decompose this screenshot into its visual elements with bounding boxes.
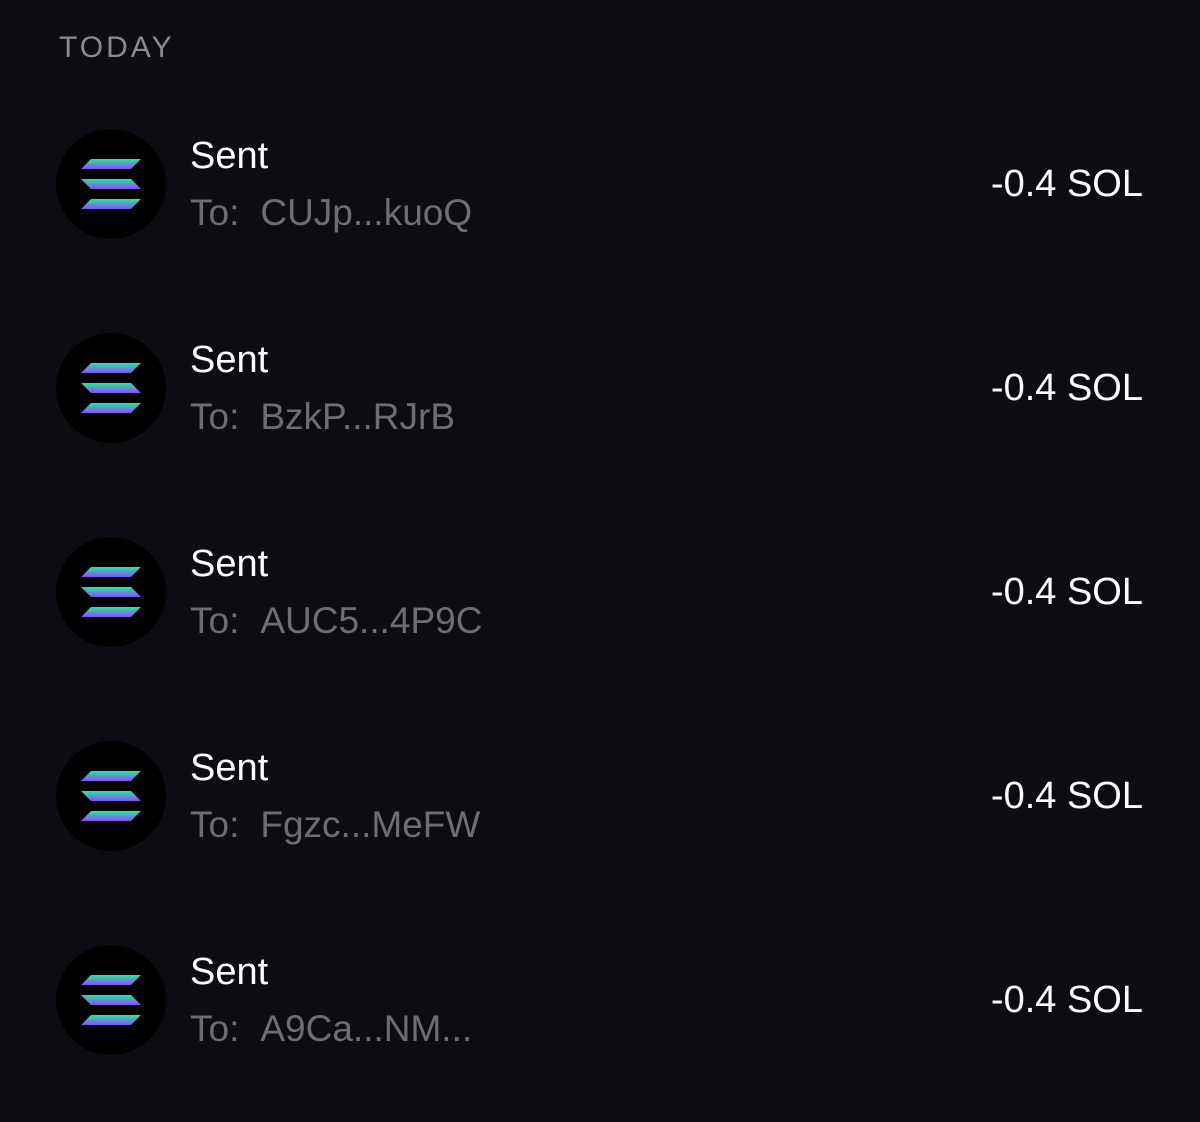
to-label: To: bbox=[190, 396, 240, 437]
transaction-amount: -0.4 SOL bbox=[990, 571, 1143, 613]
recipient-address: CUJp...kuoQ bbox=[260, 192, 473, 233]
to-label: To: bbox=[190, 1008, 240, 1049]
solana-logo-icon bbox=[56, 741, 166, 851]
transaction-recipient: To: CUJp...kuoQ bbox=[190, 191, 472, 235]
transaction-list: Sent To: CUJp...kuoQ -0.4 SOL Sent To: Bzk… bbox=[0, 102, 1200, 1122]
transaction-row[interactable]: Sent To: BzkP...RJrB -0.4 SOL bbox=[0, 306, 1200, 510]
transaction-recipient: To: Fgzc...MeFW bbox=[190, 803, 480, 847]
transaction-row[interactable]: Sent To: Fgzc...MeFW -0.4 SOL bbox=[0, 714, 1200, 918]
transaction-amount: -0.4 SOL bbox=[990, 775, 1143, 817]
solana-logo-icon bbox=[56, 945, 166, 1055]
transaction-title: Sent bbox=[190, 747, 269, 789]
section-header-today: TODAY bbox=[59, 31, 175, 64]
solana-logo-icon bbox=[56, 333, 166, 443]
solana-logo-icon bbox=[56, 537, 166, 647]
transaction-title: Sent bbox=[190, 339, 269, 381]
transaction-recipient: To: BzkP...RJrB bbox=[190, 395, 455, 439]
recipient-address: A9Ca...NM... bbox=[260, 1008, 473, 1049]
transaction-recipient: To: A9Ca...NM... bbox=[190, 1007, 472, 1051]
to-label: To: bbox=[190, 804, 240, 845]
transaction-row[interactable]: Sent To: AUC5...4P9C -0.4 SOL bbox=[0, 510, 1200, 714]
transaction-title: Sent bbox=[190, 951, 269, 993]
to-label: To: bbox=[190, 192, 240, 233]
transaction-amount: -0.4 SOL bbox=[990, 979, 1143, 1021]
solana-logo-icon bbox=[56, 129, 166, 239]
transaction-amount: -0.4 SOL bbox=[990, 367, 1143, 409]
recipient-address: BzkP...RJrB bbox=[260, 396, 456, 437]
transaction-amount: -0.4 SOL bbox=[990, 163, 1143, 205]
transaction-recipient: To: AUC5...4P9C bbox=[190, 599, 482, 643]
transaction-title: Sent bbox=[190, 543, 269, 585]
to-label: To: bbox=[190, 600, 240, 641]
transaction-title: Sent bbox=[190, 135, 269, 177]
recipient-address: Fgzc...MeFW bbox=[260, 804, 481, 845]
transaction-row[interactable]: Sent To: CUJp...kuoQ -0.4 SOL bbox=[0, 102, 1200, 306]
transaction-row[interactable]: Sent To: A9Ca...NM... -0.4 SOL bbox=[0, 918, 1200, 1122]
recipient-address: AUC5...4P9C bbox=[260, 600, 483, 641]
